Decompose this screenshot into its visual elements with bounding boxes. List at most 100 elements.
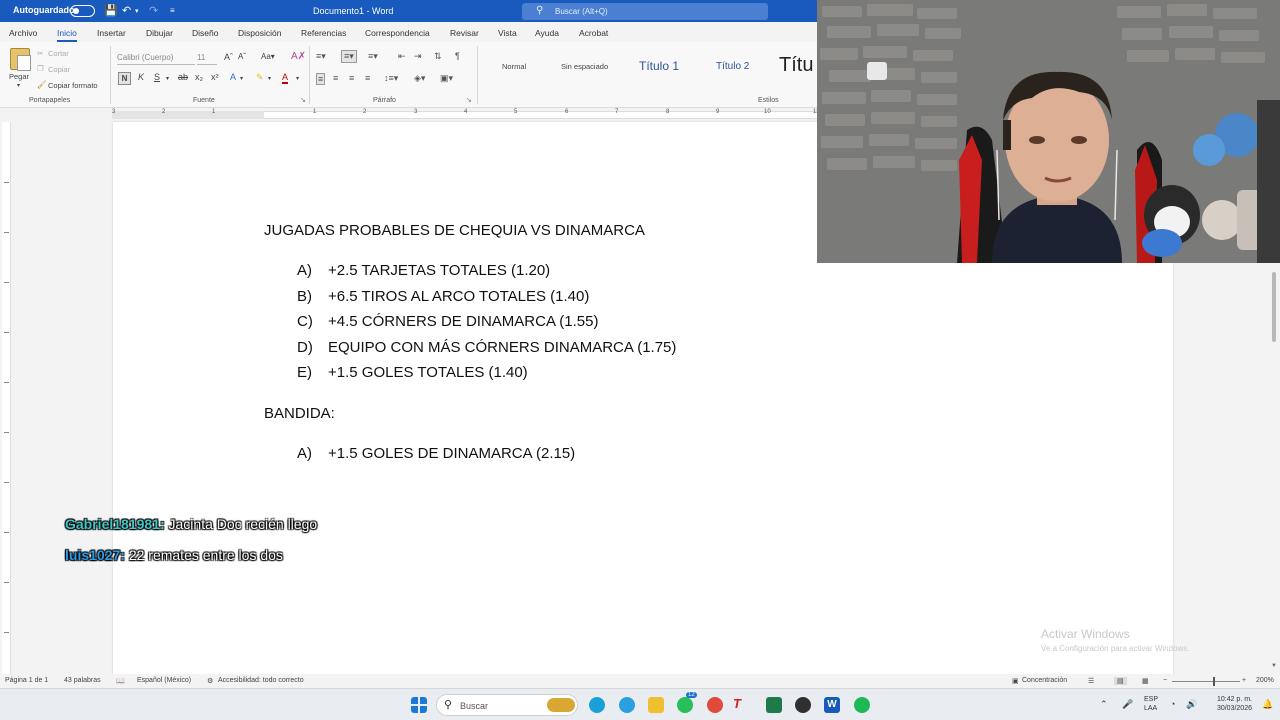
file-explorer-icon[interactable] (648, 697, 664, 713)
accessibility-status[interactable]: Accesibilidad: todo correcto (218, 677, 304, 684)
tab-correspondencia[interactable]: Correspondencia (365, 28, 430, 38)
cut-icon[interactable]: ✂ (37, 49, 43, 58)
taskbar-search[interactable]: ⚲ Buscar (436, 694, 578, 716)
subscript-button[interactable]: x₂ (195, 72, 203, 82)
line-spacing-icon[interactable]: ↕≡▾ (384, 73, 398, 84)
underline-button[interactable]: S (154, 72, 160, 82)
align-left-icon[interactable]: ≡ (316, 73, 326, 85)
bet-list-item[interactable]: A) +2.5 TARJETAS TOTALES (1.20) (297, 262, 550, 279)
shading-icon[interactable]: ◈▾ (414, 73, 425, 84)
paste-dropdown-icon[interactable]: ▾ (17, 82, 20, 89)
save-icon[interactable]: 💾 (104, 4, 118, 17)
decrease-indent-icon[interactable]: ⇤ (398, 51, 406, 62)
sort-icon[interactable]: ⇅ (434, 51, 442, 62)
align-right-icon[interactable]: ≡ (349, 73, 354, 83)
justify-icon[interactable]: ≡ (365, 73, 370, 83)
typora-icon[interactable]: T (733, 696, 749, 712)
search-box[interactable]: ⚲ Buscar (Alt+Q) (522, 3, 768, 20)
input-language[interactable]: ESP LAA (1144, 695, 1158, 713)
tray-overflow-icon[interactable]: ⌃ (1100, 699, 1108, 710)
cut-button[interactable]: Cortar (48, 49, 69, 58)
tab-dibujar[interactable]: Dibujar (146, 28, 173, 38)
microphone-icon[interactable]: 🎤 (1122, 699, 1133, 710)
language-indicator[interactable]: Español (México) (137, 677, 191, 684)
web-layout-icon[interactable]: ▦ (1142, 677, 1149, 685)
grow-font-icon[interactable]: Aˆ (224, 52, 233, 62)
undo-dropdown-icon[interactable]: ▾ (135, 7, 139, 15)
print-layout-icon[interactable]: ▤ (1114, 677, 1127, 685)
text-effects-dropdown-icon[interactable]: ▾ (240, 75, 243, 82)
highlight-dropdown-icon[interactable]: ▾ (268, 75, 271, 82)
redo-icon[interactable]: ↷ (149, 4, 158, 17)
word-taskbar-icon[interactable]: W (824, 697, 840, 713)
telegram-icon[interactable] (619, 697, 635, 713)
highlight-icon[interactable]: ✎ (256, 72, 264, 83)
copy-button[interactable]: Copiar (48, 65, 70, 74)
underline-dropdown-icon[interactable]: ▾ (166, 75, 169, 82)
zoom-slider[interactable] (1172, 681, 1240, 682)
style-no-spacing[interactable]: Sin espaciado (561, 62, 608, 71)
paragraph-dialog-launcher-icon[interactable]: ↘ (466, 96, 472, 104)
scroll-down-icon[interactable]: ▼ (1271, 663, 1277, 669)
tab-referencias[interactable]: Referencias (301, 28, 346, 38)
change-case-icon[interactable]: Aa▾ (261, 52, 275, 61)
italic-button[interactable]: K (138, 72, 144, 82)
tab-archivo[interactable]: Archivo (9, 28, 37, 38)
accessibility-icon[interactable]: ⚙ (207, 677, 213, 685)
customize-toolbar-icon[interactable]: ≡ (170, 6, 175, 15)
font-color-dropdown-icon[interactable]: ▾ (296, 75, 299, 82)
notifications-icon[interactable]: 🔔 (1262, 699, 1273, 710)
page-count[interactable]: Página 1 de 1 (5, 677, 48, 684)
font-size-field[interactable]: 11 (197, 52, 217, 65)
volume-icon[interactable]: 🔊 (1186, 699, 1197, 710)
system-clock[interactable]: 10:42 p. m. 30/03/2026 (1206, 695, 1252, 713)
scrollbar-thumb[interactable] (1272, 272, 1276, 342)
autosave-toggle[interactable] (70, 5, 95, 17)
copy-icon[interactable]: ❐ (37, 64, 44, 73)
style-title[interactable]: Títu (779, 54, 813, 77)
zoom-slider-thumb[interactable] (1213, 677, 1215, 686)
bandida-heading[interactable]: BANDIDA: (264, 405, 335, 422)
tab-vista[interactable]: Vista (498, 28, 517, 38)
strikethrough-button[interactable]: ab (178, 72, 188, 82)
style-heading-1[interactable]: Título 1 (639, 59, 679, 73)
style-normal[interactable]: Normal (502, 62, 526, 71)
paste-icon[interactable] (10, 48, 31, 71)
vertical-ruler[interactable] (2, 122, 11, 674)
windows-start-icon[interactable] (411, 697, 427, 713)
tab-diseno[interactable]: Diseño (192, 28, 218, 38)
multilevel-list-icon[interactable]: ≡▾ (368, 51, 378, 62)
zoom-level[interactable]: 200% (1256, 677, 1274, 684)
whatsapp-icon[interactable]: 12 (677, 692, 697, 713)
chrome-icon[interactable] (707, 697, 723, 713)
paste-button[interactable]: Pegar (9, 72, 29, 81)
bet-list-item[interactable]: C) +4.5 CÓRNERS DE DINAMARCA (1.55) (297, 313, 599, 330)
format-painter-button[interactable]: Copiar formato (48, 81, 98, 90)
bullets-icon[interactable]: ≡▾ (316, 51, 326, 62)
font-dialog-launcher-icon[interactable]: ↘ (300, 96, 306, 104)
font-color-icon[interactable]: A (282, 72, 289, 84)
read-mode-icon[interactable]: ☰ (1088, 677, 1094, 685)
text-effects-icon[interactable]: A (230, 72, 236, 82)
proofing-icon[interactable]: 📖 (116, 677, 125, 685)
numbering-icon[interactable]: ≡▾ (341, 50, 357, 63)
format-painter-icon[interactable]: 🖌 (37, 80, 47, 89)
bet-list-item[interactable]: E) +1.5 GOLES TOTALES (1.40) (297, 364, 528, 381)
network-icon[interactable]: ◔ (1170, 699, 1175, 709)
font-name-field[interactable]: Calibri (Cuerpo) (117, 52, 195, 65)
clear-formatting-icon[interactable]: A✗ (291, 51, 306, 62)
tab-inicio[interactable]: Inicio (57, 28, 77, 42)
obs-icon[interactable] (795, 697, 811, 713)
bet-list-item[interactable]: D) EQUIPO CON MÁS CÓRNERS DINAMARCA (1.75… (297, 339, 676, 356)
align-center-icon[interactable]: ≡ (333, 73, 338, 83)
tab-disposicion[interactable]: Disposición (238, 28, 281, 38)
tab-revisar[interactable]: Revisar (450, 28, 479, 38)
bandida-list-item[interactable]: A) +1.5 GOLES DE DINAMARCA (2.15) (297, 445, 575, 462)
increase-indent-icon[interactable]: ⇥ (414, 51, 422, 62)
borders-icon[interactable]: ▣▾ (440, 73, 453, 84)
focus-icon[interactable]: ▣ (1012, 677, 1019, 685)
horizontal-ruler[interactable]: 3 2 1 1 2 3 4 5 6 7 8 9 10 11 (0, 108, 820, 122)
tab-insertar[interactable]: Insertar (97, 28, 126, 38)
word-count[interactable]: 43 palabras (64, 677, 101, 684)
edge-icon[interactable] (589, 697, 605, 713)
